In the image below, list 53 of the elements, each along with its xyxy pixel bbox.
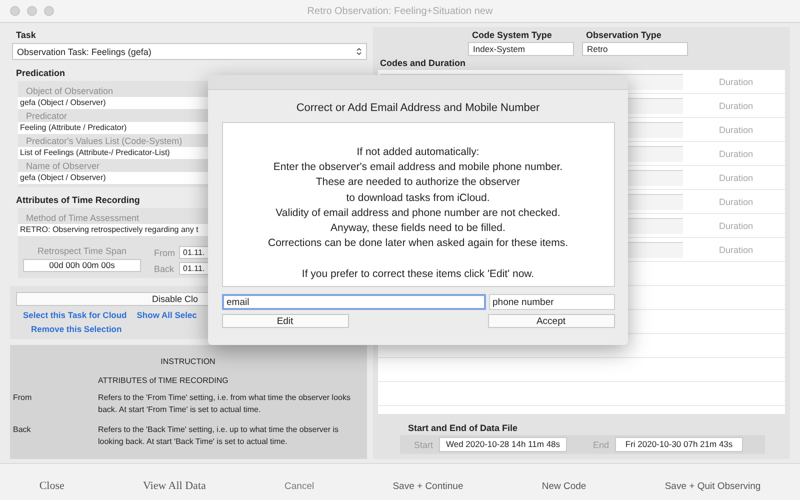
footer-button[interactable]: Close	[33, 478, 70, 494]
section-title: Predication	[16, 68, 66, 78]
field-label: From	[154, 248, 174, 258]
message-line: These are needed to authorize the observer	[316, 175, 520, 190]
email-field[interactable]: email	[222, 294, 486, 310]
section-title: Start and End of Data File	[408, 423, 519, 434]
message-line: If you prefer to correct these items click 'Edit' now.	[302, 266, 534, 282]
edit-button[interactable]: Edit	[222, 314, 348, 328]
section-title: Codes and Duration	[380, 58, 467, 68]
field-label: Method of Time Assessment	[26, 213, 140, 223]
date-time-field[interactable]: Wed 2020-10-28 14h 11m 48s	[439, 437, 568, 452]
field-label: Name of Observer	[26, 161, 100, 171]
link[interactable]: Show All Selec	[136, 310, 197, 320]
message-line: to download tasks from iCloud.	[346, 190, 490, 206]
time-span-field[interactable]: 00d 00h 00m 00s	[23, 259, 141, 272]
footer-button[interactable]: Save + Quit Observing	[658, 478, 767, 494]
field-label: End	[593, 440, 610, 450]
footer-button[interactable]: New Code	[536, 478, 592, 494]
footer-button[interactable]: Save + Continue	[386, 478, 470, 494]
chevron-icon	[356, 47, 362, 56]
field-label: Retrospect Time Span	[37, 246, 127, 256]
field-label: Observation Type	[586, 30, 662, 40]
message-line: Validity of email address and phone number are not checked.	[276, 206, 560, 221]
message-line: Corrections can be done later when asked again for these items.	[268, 236, 568, 252]
message-line: Anyway, these fields need to be filled.	[330, 220, 506, 236]
message-line: Enter the observer's email address and mobile phone number.	[273, 160, 563, 176]
field-label: Predicator	[26, 111, 68, 121]
field-label: Start	[414, 440, 434, 450]
text-field[interactable]: Index-System	[468, 42, 574, 56]
footer-button[interactable]: View All Data	[137, 478, 212, 494]
window-title: Retro Observation: Feeling+Situation new	[306, 6, 494, 16]
field-label: Back	[154, 264, 174, 274]
link[interactable]: Select this Task for Cloud	[23, 310, 127, 320]
section-title: Task	[16, 30, 36, 40]
accept-button[interactable]: Accept	[488, 314, 614, 328]
task-dropdown[interactable]: Observation Task: Feelings (gefa)	[12, 43, 367, 60]
text-field[interactable]: Retro	[582, 42, 688, 56]
field-label: Predicator's Values List (Code-System)	[26, 136, 182, 146]
field-label: Object of Observation	[26, 86, 114, 96]
instruction-term: Back	[13, 424, 32, 436]
message-line: If not added automatically:	[356, 145, 480, 160]
instruction-title: INSTRUCTION	[160, 357, 216, 366]
dialog-title: Correct or Add Email Address and Mobile Number	[296, 102, 540, 114]
link[interactable]: Remove this Selection	[31, 324, 122, 334]
instruction-term: From	[13, 392, 33, 404]
section-title: Attributes of Time Recording	[16, 195, 140, 205]
instruction-text: Refers to the 'From Time' setting, i.e. from what time the observer looks back. At start 'From Time' is set to actual time.	[98, 392, 352, 416]
instruction-text: Refers to the 'Back Time' setting, i.e. up to what time the observer is looking back. At start 'Back Time' is set to actual time.	[98, 424, 340, 448]
field-label: Code System Type	[472, 30, 553, 40]
instruction-subtitle: ATTRIBUTES of TIME RECORDING	[98, 376, 230, 385]
date-time-field[interactable]: Fri 2020-10-30 07h 21m 43s	[615, 437, 744, 452]
phone-field[interactable]: phone number	[488, 294, 614, 310]
footer-button[interactable]: Cancel	[278, 478, 320, 494]
